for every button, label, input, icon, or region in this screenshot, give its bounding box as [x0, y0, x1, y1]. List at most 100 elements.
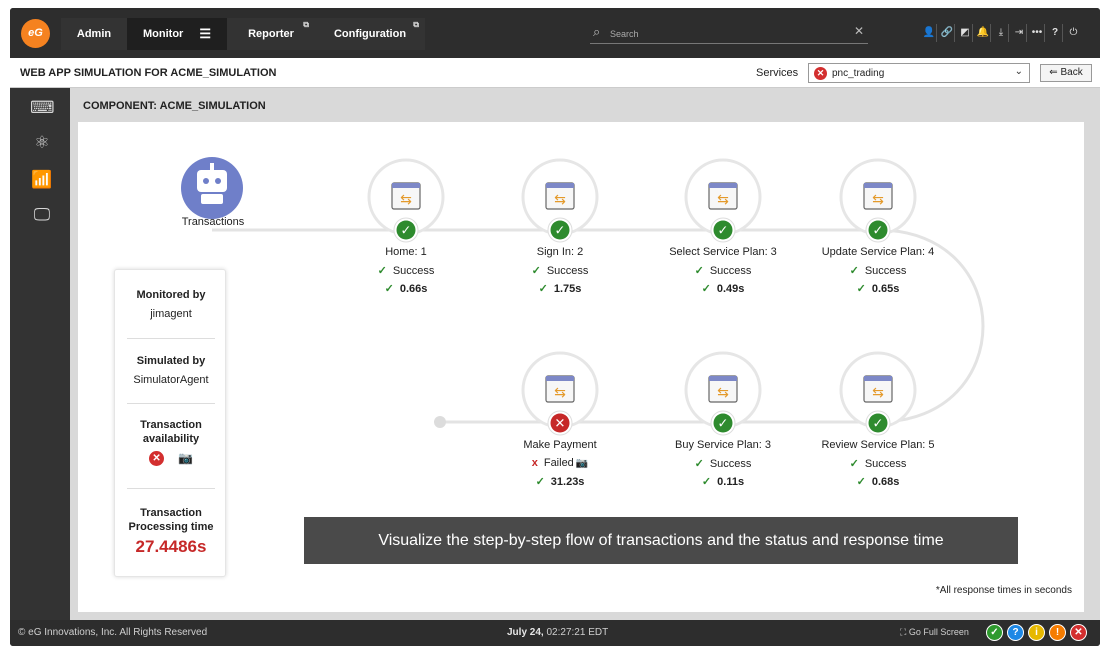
- date-text: July 24,: [507, 627, 544, 638]
- step-time: ✓ 0.11s: [648, 475, 798, 488]
- robot-label: Transactions: [181, 216, 245, 228]
- divider: [127, 403, 215, 404]
- toolbar-icons: 👤 🔗 ◩ 🔔 ⤓ ⇥ ••• ? ⏻: [922, 24, 1081, 44]
- left-sidebar: ⌨ ⚛ 📶 🖵: [10, 88, 70, 620]
- power-icon[interactable]: ⏻: [1066, 24, 1081, 42]
- nav-tab-reporter[interactable]: Reporter ⧉: [227, 18, 315, 50]
- monitored-by-section: Monitored by jimagent: [123, 288, 219, 323]
- services-dropdown[interactable]: ✕ pnc_trading ⌄: [808, 63, 1030, 83]
- search-input[interactable]: [610, 26, 850, 42]
- check-icon: ✓: [856, 476, 866, 488]
- eg-logo[interactable]: eG: [21, 19, 50, 48]
- step-status: ✓ Success: [331, 264, 481, 277]
- processing-time-value: 27.4486s: [135, 537, 207, 556]
- nav-tab-admin[interactable]: Admin: [61, 18, 127, 50]
- step-time: ✓ 0.66s: [331, 282, 481, 295]
- info-status-icon[interactable]: i: [1028, 624, 1045, 641]
- external-link-icon: ⧉: [303, 20, 309, 29]
- fullscreen-label: Go Full Screen: [908, 627, 969, 637]
- robot-antenna: [210, 163, 214, 170]
- robot-node[interactable]: [181, 157, 243, 219]
- unavailable-icon: ✕: [149, 451, 165, 466]
- footer-bar: © eG Innovations, Inc. All Rights Reserv…: [10, 620, 1100, 646]
- page-header: WEB APP SIMULATION FOR ACME_SIMULATION S…: [10, 58, 1100, 88]
- services-label: Services: [756, 67, 799, 79]
- dashboard-monitor-icon[interactable]: 🖵: [30, 203, 54, 227]
- step-name: Update Service Plan: 4: [821, 246, 935, 258]
- bell-icon[interactable]: 🔔: [976, 24, 991, 42]
- nav-tab-monitor[interactable]: Monitor ☰: [127, 18, 227, 50]
- step-status-text: Success: [546, 265, 589, 277]
- check-icon: ✓: [873, 417, 884, 432]
- back-arrow-icon: ⇐: [1049, 67, 1058, 78]
- step-status-text: Success: [392, 265, 435, 277]
- transfer-arrows-icon: ⇆: [717, 385, 729, 401]
- check-icon: ✓: [377, 265, 387, 277]
- step-name: Home: 1: [385, 246, 427, 258]
- hamburger-menu-icon[interactable]: ☰: [199, 18, 211, 50]
- check-icon: ✓: [856, 283, 866, 295]
- browser-titlebar: [392, 183, 420, 188]
- ok-status-icon[interactable]: ✓: [986, 624, 1003, 641]
- chart-icon[interactable]: ◩: [958, 24, 973, 42]
- info-banner: Visualize the step-by-step flow of trans…: [304, 517, 1018, 564]
- step-name: Review Service Plan: 5: [821, 439, 935, 451]
- step-time: ✓ 0.49s: [648, 282, 798, 295]
- full-screen-button[interactable]: ⛶ Go Full Screen: [900, 627, 969, 638]
- footnote: *All response times in seconds: [935, 585, 1072, 596]
- check-icon: ✓: [401, 224, 412, 239]
- user-icon[interactable]: 👤: [922, 24, 937, 42]
- step-name: Sign In: 2: [536, 246, 584, 258]
- help-status-icon[interactable]: ?: [1007, 624, 1024, 641]
- main-content: COMPONENT: ACME_SIMULATION ⇆ ✓ ⇆ ✓ ⇆ ✓ ⇆…: [70, 88, 1100, 620]
- flow-canvas: ⇆ ✓ ⇆ ✓ ⇆ ✓ ⇆ ✓ ⇆ ✓ ⇆ ✓ ⇆ ✕ Transactions Monitored by…: [78, 122, 1084, 612]
- page-title: WEB APP SIMULATION FOR ACME_SIMULATION: [20, 67, 277, 79]
- check-icon: ✓: [849, 458, 859, 470]
- clear-search-icon[interactable]: ✕: [854, 24, 864, 38]
- browser-titlebar: [546, 376, 574, 381]
- download-icon[interactable]: ⤓: [994, 24, 1009, 42]
- step-time: ✓ 0.68s: [803, 475, 953, 488]
- critical-status-icon[interactable]: ✕: [1070, 624, 1087, 641]
- check-icon: ✓: [555, 224, 566, 239]
- back-button[interactable]: ⇐ Back: [1040, 64, 1092, 82]
- camera-icon[interactable]: 📷: [178, 451, 193, 466]
- check-icon: ✓: [535, 476, 545, 488]
- x-icon: ✕: [555, 417, 566, 432]
- check-icon: ✓: [694, 458, 704, 470]
- check-icon: ✓: [849, 265, 859, 277]
- robot-head-icon: [197, 170, 227, 192]
- check-icon: ✓: [718, 417, 729, 432]
- step-time: ✓ 0.65s: [803, 282, 953, 295]
- user-monitor-icon[interactable]: ⌨: [30, 96, 55, 120]
- more-icon[interactable]: •••: [1030, 24, 1045, 42]
- monitored-by-value: jimagent: [150, 308, 192, 320]
- time-text: 02:27:21 EDT: [546, 627, 609, 638]
- simulated-by-value: SimulatorAgent: [133, 374, 209, 386]
- external-link-icon: ⧉: [413, 20, 419, 29]
- check-icon: ✓: [873, 224, 884, 239]
- login-icon[interactable]: ⇥: [1012, 24, 1027, 42]
- camera-icon[interactable]: 📷: [576, 458, 588, 469]
- x-icon: x: [531, 457, 538, 469]
- nav-tab-label: Reporter: [248, 28, 294, 40]
- check-icon: ✓: [694, 265, 704, 277]
- help-icon[interactable]: ?: [1048, 24, 1063, 42]
- top-navbar: eG Admin Monitor ☰ Reporter ⧉ Configuratio…: [10, 8, 1100, 58]
- transfer-arrows-icon: ⇆: [717, 192, 729, 208]
- step-time-value: 0.66s: [399, 283, 428, 295]
- step-time: ✓ 31.23s: [485, 475, 635, 488]
- bar-chart-icon[interactable]: 📶: [30, 168, 54, 192]
- step-status-text: Success: [864, 265, 907, 277]
- nav-tab-configuration[interactable]: Configuration ⧉: [315, 18, 425, 50]
- link-icon[interactable]: 🔗: [940, 24, 955, 42]
- search-icon: ⌕: [593, 24, 601, 39]
- monitored-by-label: Monitored by: [136, 289, 206, 301]
- back-label: Back: [1060, 67, 1083, 78]
- topology-icon[interactable]: ⚛: [30, 131, 54, 155]
- step-status-text: Success: [864, 458, 907, 470]
- step-status: x Failed 📷: [485, 457, 635, 469]
- availability-icons: ✕ 📷: [123, 451, 219, 466]
- step-status-text: Failed: [543, 457, 574, 469]
- warning-status-icon[interactable]: !: [1049, 624, 1066, 641]
